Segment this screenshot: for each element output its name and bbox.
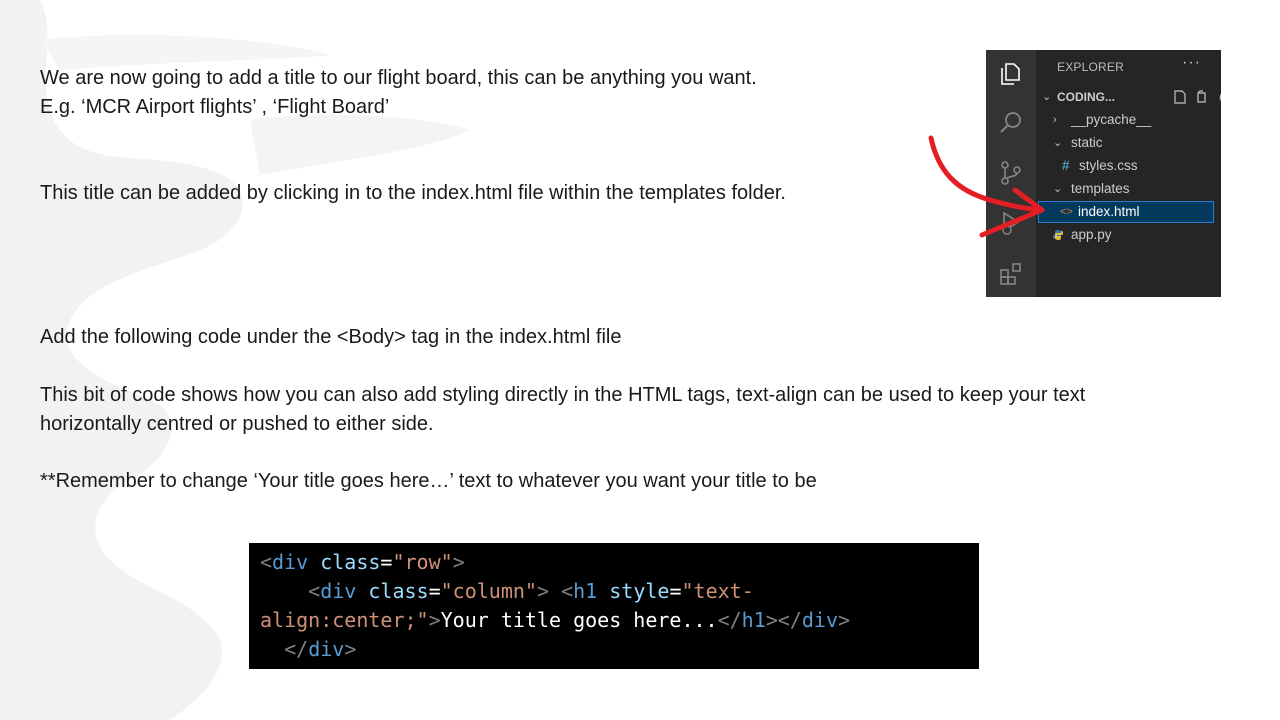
tree-item-pycache[interactable]: › __pycache__ [1036,109,1221,131]
more-actions-icon[interactable]: ··· [1182,54,1201,72]
intro-line-1: We are now going to add a title to our f… [40,67,757,89]
tree-item-label: templates [1071,181,1130,196]
tree-item-index-html[interactable]: <> index.html [1038,201,1214,223]
workspace-folder-row[interactable]: ⌄ CODING... [1036,86,1221,108]
reminder-paragraph: **Remember to change ‘Your title goes he… [40,470,817,492]
tree-item-app-py[interactable]: app.py [1036,224,1221,246]
tree-item-templates[interactable]: ⌄ templates [1036,178,1221,200]
tree-item-static[interactable]: ⌄ static [1036,132,1221,154]
tree-item-label: static [1071,135,1103,150]
explorer-toolbar-icons[interactable] [1172,86,1221,108]
annotation-arrow [928,135,1045,238]
intro-paragraph: We are now going to add a title to our f… [40,64,757,122]
intro-line-2: E.g. ‘MCR Airport flights’ , ‘Flight Boa… [40,96,390,118]
styling-paragraph: This bit of code shows how you can also … [40,381,1220,439]
styling-line-1: This bit of code shows how you can also … [40,384,1086,406]
code-sample: <div class="row"> <div class="column"> <… [249,543,979,669]
tree-item-label: index.html [1078,204,1140,219]
tree-item-label: styles.css [1079,158,1138,173]
instruction-paragraph: This title can be added by clicking in t… [40,182,786,204]
files-icon[interactable] [998,61,1024,87]
tree-item-label: __pycache__ [1071,112,1152,127]
tree-item-label: app.py [1071,227,1112,242]
explorer-header: EXPLORER [1057,60,1124,74]
workspace-name: CODING... [1057,90,1116,104]
add-code-paragraph: Add the following code under the <Body> … [40,326,622,348]
extensions-icon[interactable] [998,261,1024,287]
html-file-icon: <> [1060,206,1073,218]
styling-line-2: horizontally centred or pushed to either… [40,413,434,435]
css-file-icon: # [1062,158,1070,173]
chevron-right-icon: › [1053,114,1057,126]
tree-item-styles-css[interactable]: # styles.css [1036,155,1221,177]
chevron-down-icon: ⌄ [1042,91,1052,103]
